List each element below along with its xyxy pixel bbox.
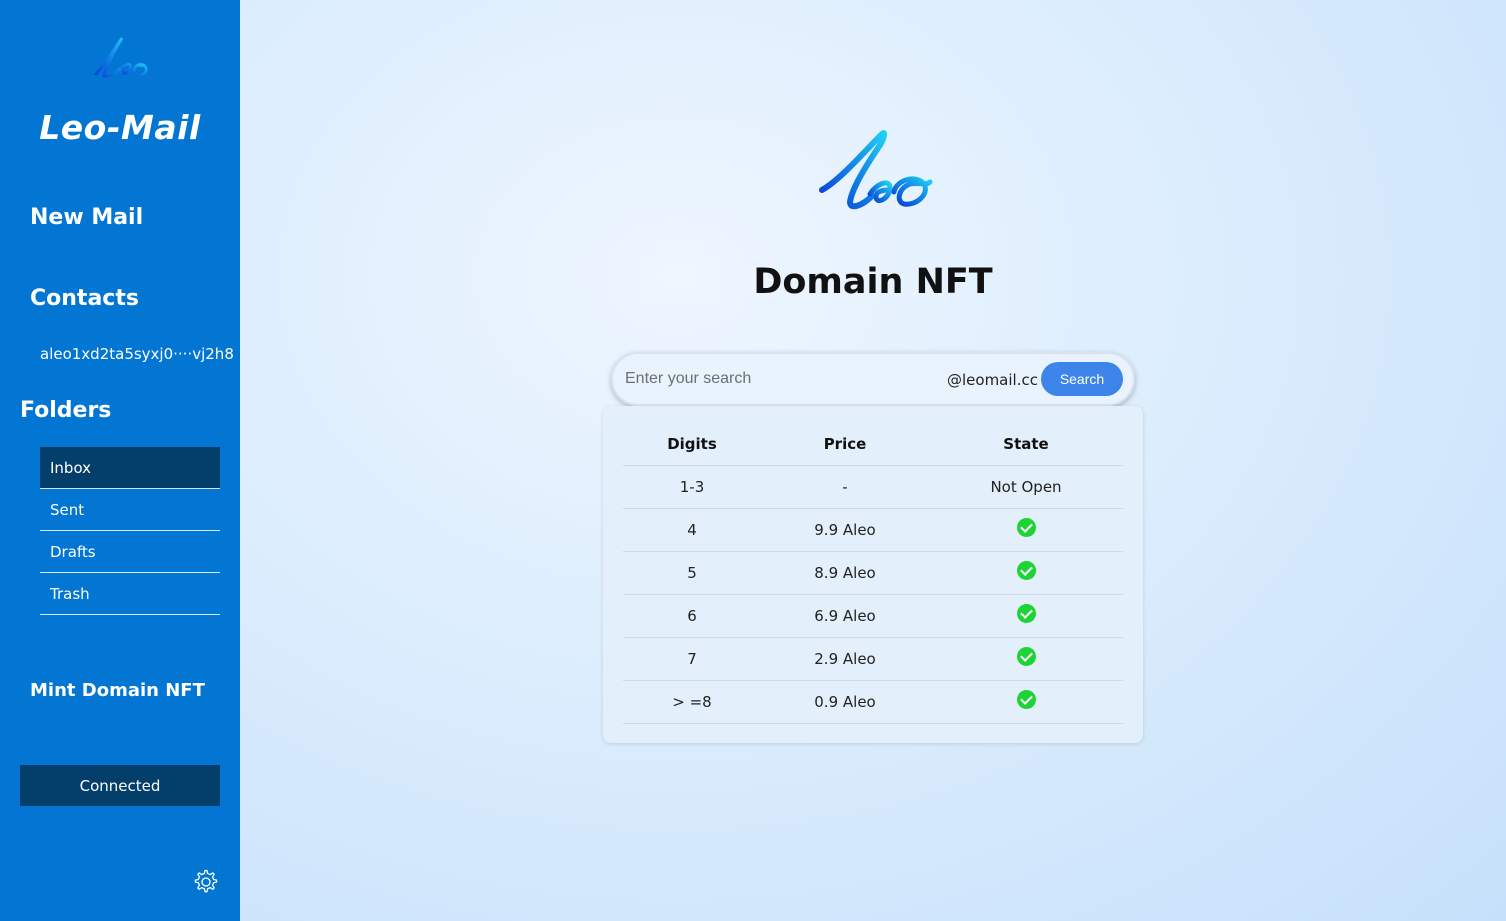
folder-item-trash[interactable]: Trash (40, 573, 220, 615)
connected-button[interactable]: Connected (20, 765, 220, 806)
gear-icon[interactable] (191, 868, 219, 896)
page-title: Domain NFT (753, 262, 993, 302)
cell-price: 8.9 Aleo (761, 551, 929, 595)
cell-state (929, 508, 1123, 552)
table-row: 1-3 - Not Open (623, 465, 1123, 509)
new-mail-link[interactable]: New Mail (30, 205, 143, 230)
table-row: 6 6.9 Aleo (623, 594, 1123, 638)
column-header-state: State (929, 423, 1123, 466)
app-title: Leo-Mail (39, 108, 201, 147)
domain-search-bar: @leomail.cc Search (611, 352, 1135, 406)
cell-digits: 7 (623, 637, 761, 681)
table-header-row: Digits Price State (623, 423, 1123, 466)
table-row: 5 8.9 Aleo (623, 551, 1123, 595)
cell-price: 2.9 Aleo (761, 637, 929, 681)
cell-state: Not Open (929, 465, 1123, 509)
column-header-digits: Digits (623, 423, 761, 466)
folder-item-sent[interactable]: Sent (40, 489, 220, 531)
cell-price: - (761, 465, 929, 509)
price-table: Digits Price State 1-3 - Not Open 4 9.9 … (623, 423, 1123, 724)
table-row: 7 2.9 Aleo (623, 637, 1123, 681)
table-row: > =8 0.9 Aleo (623, 680, 1123, 724)
mint-domain-nft-link[interactable]: Mint Domain NFT (30, 680, 205, 701)
price-table-card: Digits Price State 1-3 - Not Open 4 9.9 … (603, 406, 1143, 743)
cell-price: 9.9 Aleo (761, 508, 929, 552)
cell-digits: 5 (623, 551, 761, 595)
folder-item-inbox[interactable]: Inbox (40, 447, 220, 489)
cell-digits: 6 (623, 594, 761, 638)
check-circle-icon (1016, 518, 1036, 537)
domain-suffix: @leomail.cc (947, 371, 1038, 389)
cell-state (929, 680, 1123, 724)
cell-state (929, 637, 1123, 681)
wallet-address: aleo1xd2ta5syxj0····vj2h8 (40, 345, 234, 363)
cell-state (929, 551, 1123, 595)
folder-list: Inbox Sent Drafts Trash (40, 447, 220, 615)
leo-logo-icon (819, 130, 933, 210)
check-circle-icon (1016, 690, 1036, 709)
cell-price: 6.9 Aleo (761, 594, 929, 638)
table-row: 4 9.9 Aleo (623, 508, 1123, 552)
folders-heading: Folders (20, 398, 112, 423)
folder-item-drafts[interactable]: Drafts (40, 531, 220, 573)
contacts-link[interactable]: Contacts (30, 286, 139, 311)
cell-price: 0.9 Aleo (761, 680, 929, 724)
cell-state (929, 594, 1123, 638)
cell-digits: 1-3 (623, 465, 761, 509)
column-header-price: Price (761, 423, 929, 466)
check-circle-icon (1016, 604, 1036, 623)
search-button[interactable]: Search (1041, 362, 1123, 396)
search-input[interactable] (625, 364, 925, 394)
sidebar: Leo-Mail New Mail Contacts aleo1xd2ta5sy… (0, 0, 240, 921)
cell-digits: 4 (623, 508, 761, 552)
check-circle-icon (1016, 647, 1036, 666)
leo-logo-icon (94, 37, 148, 78)
cell-digits: > =8 (623, 680, 761, 724)
check-circle-icon (1016, 561, 1036, 580)
